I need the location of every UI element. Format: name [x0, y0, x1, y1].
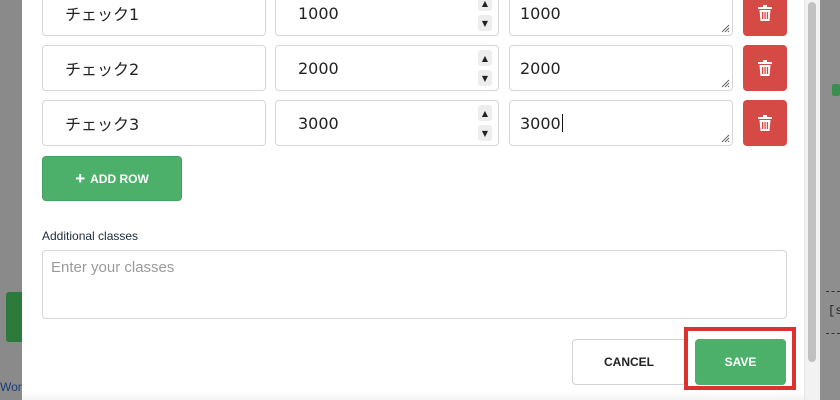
additional-classes-textarea[interactable]: Enter your classes — [42, 250, 787, 319]
value-textarea[interactable]: 2000 — [509, 45, 733, 91]
scrollbar[interactable] — [804, 0, 820, 400]
trash-icon — [758, 60, 772, 76]
number-input[interactable]: 2000 ▲ ▼ — [275, 45, 499, 91]
triangle-down-icon[interactable]: ▼ — [478, 70, 492, 86]
table-row: チェック1 1000 ▲ ▼ 1000 — [22, 0, 802, 36]
add-row-button[interactable]: + ADD ROW — [42, 156, 182, 201]
resize-grip-icon[interactable] — [721, 79, 730, 88]
value-textarea[interactable]: 3000 — [509, 100, 733, 146]
cancel-button[interactable]: CANCEL — [572, 339, 686, 385]
label-input[interactable]: チェック1 — [42, 0, 266, 36]
number-input[interactable]: 1000 ▲ ▼ — [275, 0, 499, 36]
number-stepper[interactable]: ▲ ▼ — [478, 50, 492, 86]
background-dashed-line — [826, 291, 840, 292]
plus-icon: + — [75, 169, 86, 188]
modal-dialog: チェック1 1000 ▲ ▼ 1000 チェック2 2000 ▲ ▼ 2000 … — [22, 0, 820, 400]
delete-row-button[interactable] — [743, 0, 787, 36]
delete-row-button[interactable] — [743, 45, 787, 91]
table-row: チェック3 3000 ▲ ▼ 3000 — [22, 100, 802, 146]
background-shortcode-text: [s — [828, 304, 840, 318]
label-input[interactable]: チェック2 — [42, 45, 266, 91]
background-green-marker — [832, 84, 840, 96]
trash-icon — [758, 5, 772, 21]
scrollbar-thumb[interactable] — [808, 2, 816, 362]
delete-row-button[interactable] — [743, 100, 787, 146]
triangle-up-icon[interactable]: ▲ — [478, 50, 492, 66]
number-stepper[interactable]: ▲ ▼ — [478, 105, 492, 141]
value-textarea[interactable]: 1000 — [509, 0, 733, 36]
label-input[interactable]: チェック3 — [42, 100, 266, 146]
resize-grip-icon[interactable] — [721, 134, 730, 143]
trash-icon — [758, 115, 772, 131]
additional-classes-placeholder: Enter your classes — [51, 259, 175, 276]
additional-classes-label: Additional classes — [42, 229, 139, 243]
triangle-down-icon[interactable]: ▼ — [478, 15, 492, 31]
triangle-up-icon[interactable]: ▲ — [478, 0, 492, 11]
triangle-down-icon[interactable]: ▼ — [478, 125, 492, 141]
background-dashed-line — [826, 333, 840, 334]
number-stepper[interactable]: ▲ ▼ — [478, 0, 492, 31]
resize-grip-icon[interactable] — [721, 24, 730, 33]
background-right-panel — [820, 0, 840, 400]
save-button[interactable]: SAVE — [695, 339, 786, 385]
add-row-label: ADD ROW — [90, 171, 149, 186]
footer-edge — [22, 392, 820, 400]
text-cursor — [561, 114, 563, 132]
table-row: チェック2 2000 ▲ ▼ 2000 — [22, 45, 802, 91]
triangle-up-icon[interactable]: ▲ — [478, 105, 492, 121]
number-input[interactable]: 3000 ▲ ▼ — [275, 100, 499, 146]
